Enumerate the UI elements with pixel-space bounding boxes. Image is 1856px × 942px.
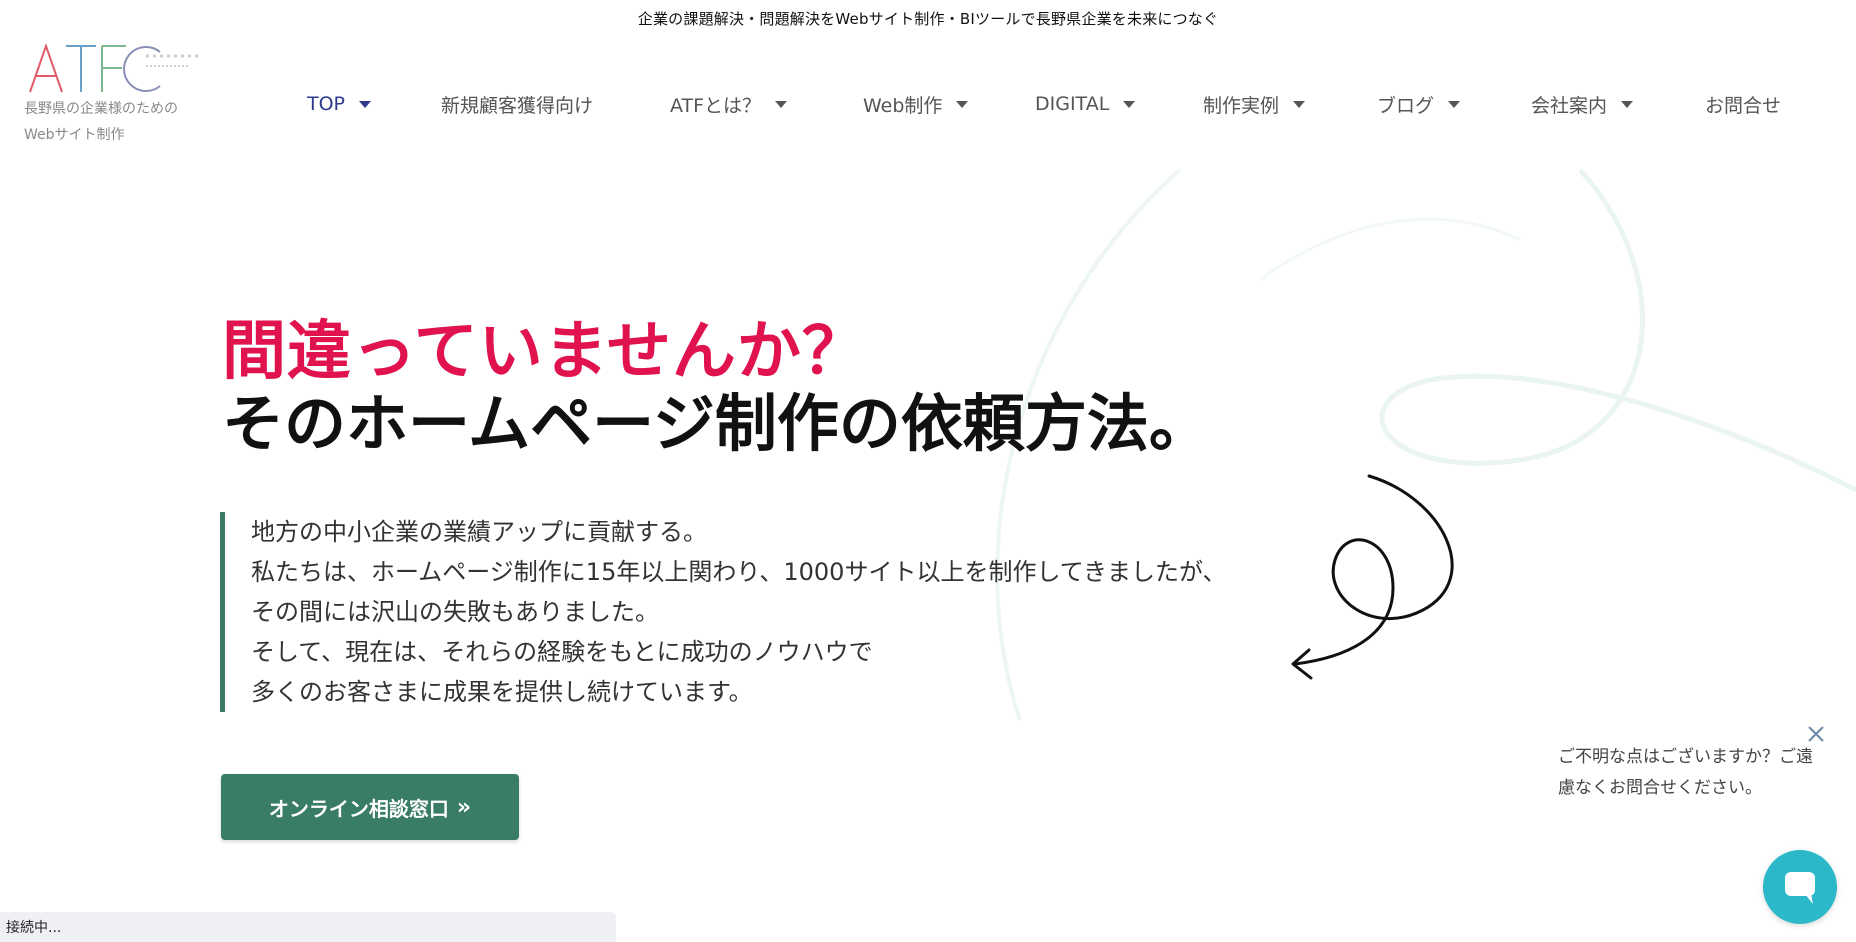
nav-item-works[interactable]: 制作実例 [1203,88,1306,120]
nav-item-contact[interactable]: お問合せ [1705,88,1781,120]
nav-label: DIGITAL [1035,93,1110,115]
nav-item-blog[interactable]: ブログ [1377,88,1461,120]
nav-label: Web制作 [863,94,943,117]
description-line: そして、現在は、それらの経験をもとに成功のノウハウで [251,638,873,666]
chevron-down-icon [956,100,969,108]
chevron-down-icon [1123,100,1136,108]
browser-status-bar: 接続中... [0,912,616,942]
nav-label: 新規顧客獲得向け [441,94,594,117]
site-tagline: 企業の課題解決・問題解決をWebサイト制作・BIツールで長野県企業を未来につなぐ [637,10,1219,28]
swirl-arrow-icon [1291,474,1454,680]
chevron-down-icon [1293,100,1306,108]
description-line: その間には沢山の失敗もありました。 [251,598,659,626]
description-line: 地方の中小企業の業績アップに貢献する。 [251,518,707,546]
nav-label: ATFとは？ [670,94,762,117]
close-icon[interactable] [1806,724,1826,744]
site-logo[interactable]: 長野県の企業様のための Webサイト制作 [22,42,227,152]
logo-mark-icon [29,42,198,93]
chevron-down-icon [775,100,788,108]
chat-prompt-message: ご不明な点はございますか？ご遠慮なくお問合せください。 [1558,747,1813,798]
logo-subtitle-line1: 長野県の企業様のための [24,101,178,117]
double-chevron-right-icon: » [456,794,472,820]
chevron-down-icon [1448,100,1461,108]
nav-label: 会社案内 [1531,94,1608,117]
nav-item-new-customers[interactable]: 新規顧客獲得向け [441,88,593,120]
nav-label: お問合せ [1705,94,1782,117]
logo-subtitle-line2: Webサイト制作 [24,127,125,143]
chat-launcher-button[interactable] [1763,850,1837,924]
chevron-down-icon [1621,100,1634,108]
cta-label: オンライン相談窓口 [268,796,449,821]
chat-icon [1785,872,1815,904]
hero-description: 地方の中小企業の業績アップに貢献する。 私たちは、ホームページ制作に15年以上関… [220,512,1227,712]
nav-label: TOP [307,93,346,115]
description-line: 私たちは、ホームページ制作に15年以上関わり、1000サイト以上を制作してきまし… [251,558,1227,586]
nav-item-top[interactable]: TOP [307,88,372,120]
description-line: 多くのお客さまに成果を提供し続けています。 [251,678,753,706]
online-consultation-button[interactable]: オンライン相談窓口 » [221,774,519,840]
hero-title-line2: そのホームページ制作の依頼方法。 [222,387,1211,460]
nav-label: ブログ [1377,94,1435,117]
status-text: 接続中... [6,920,62,936]
hero-title: 間違っていませんか？ そのホームページ制作の依頼方法。 [222,316,1211,460]
nav-label: 制作実例 [1203,94,1280,117]
hero-title-line1: 間違っていませんか？ [222,315,867,389]
nav-item-digital[interactable]: DIGITAL [1035,88,1136,120]
nav-item-company[interactable]: 会社案内 [1531,88,1634,120]
nav-item-web-production[interactable]: Web制作 [863,88,969,120]
nav-item-about-atf[interactable]: ATFとは？ [670,88,788,120]
chevron-down-icon [359,100,372,108]
